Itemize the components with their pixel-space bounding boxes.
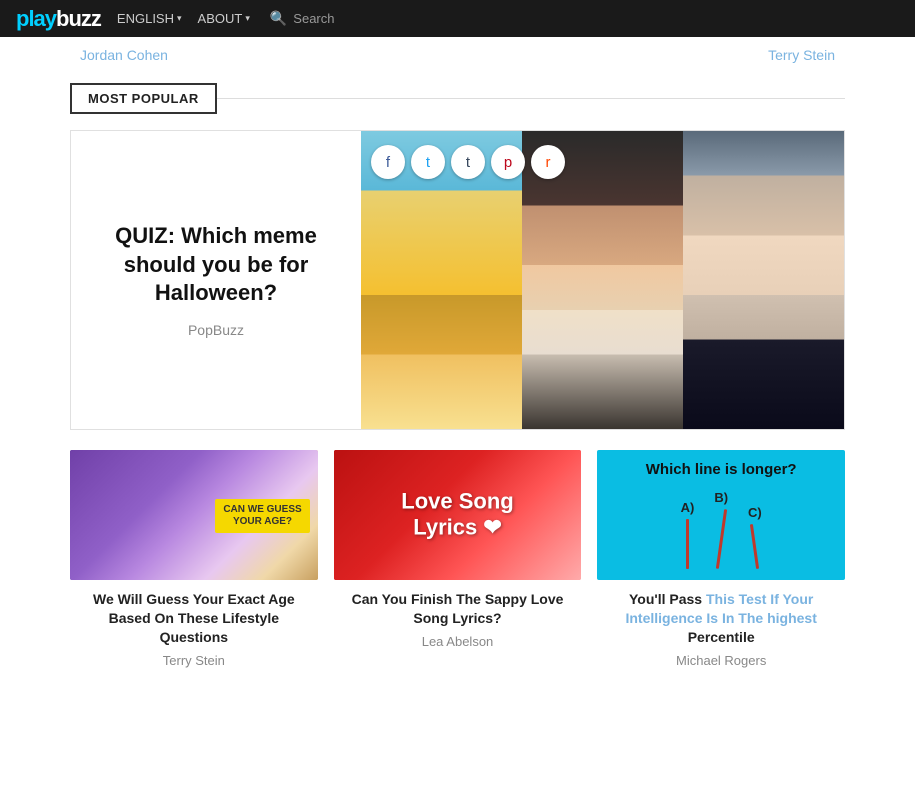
- section-title: MOST POPULAR: [70, 83, 217, 114]
- line-b-label: B): [714, 490, 728, 505]
- chevron-down-icon: ▾: [245, 13, 250, 24]
- card-line-test[interactable]: Which line is longer? A) B) C): [597, 450, 845, 678]
- author-link-terry[interactable]: Terry Stein: [768, 47, 835, 63]
- cards-row: CAN WE GUESSYOUR AGE? We Will Guess Your…: [70, 450, 845, 678]
- card-author-3: Michael Rogers: [601, 653, 841, 668]
- featured-image-3: [683, 131, 844, 429]
- search-icon: 🔍: [270, 10, 287, 27]
- card-title-3: You'll Pass This Test If Your Intelligen…: [601, 590, 841, 647]
- card-info-1: We Will Guess Your Exact Age Based On Th…: [70, 580, 318, 678]
- line-b: B): [714, 490, 728, 569]
- share-reddit-button[interactable]: r: [531, 145, 565, 179]
- card-title-1: We Will Guess Your Exact Age Based On Th…: [74, 590, 314, 647]
- most-popular-section: MOST POPULAR: [0, 73, 915, 114]
- chevron-down-icon: ▾: [177, 13, 182, 24]
- featured-title: QUIZ: Which meme should you be for Hallo…: [95, 222, 337, 308]
- card-info-2: Can You Finish The Sappy Love Song Lyric…: [334, 580, 582, 659]
- author-link-jordan[interactable]: Jordan Cohen: [80, 47, 168, 63]
- share-twitter-button[interactable]: t: [411, 145, 445, 179]
- search-wrap: 🔍: [270, 10, 393, 27]
- card-image-3: Which line is longer? A) B) C): [597, 450, 845, 580]
- featured-text-area: QUIZ: Which meme should you be for Hallo…: [71, 131, 361, 429]
- card-love-songs[interactable]: Love SongLyrics ❤ Can You Finish The Sap…: [334, 450, 582, 678]
- line-c: C): [748, 505, 762, 569]
- line-test-title: Which line is longer?: [646, 461, 797, 478]
- line-a-label: A): [681, 500, 695, 515]
- card-info-3: You'll Pass This Test If Your Intelligen…: [597, 580, 845, 678]
- card-image-1: CAN WE GUESSYOUR AGE?: [70, 450, 318, 580]
- card-title-3-highlight: This Test If Your Intelligence Is In The…: [625, 591, 816, 626]
- search-input[interactable]: [293, 11, 393, 26]
- lines-row: A) B) C): [681, 490, 762, 569]
- line-a: A): [681, 500, 695, 569]
- card-title-2: Can You Finish The Sappy Love Song Lyric…: [338, 590, 578, 628]
- card-badge-1: CAN WE GUESSYOUR AGE?: [215, 499, 309, 533]
- featured-author: PopBuzz: [188, 322, 244, 338]
- navbar: playbuzz ENGLISH ▾ ABOUT ▾ 🔍: [0, 0, 915, 37]
- featured-card: QUIZ: Which meme should you be for Hallo…: [70, 130, 845, 430]
- card-age-guess[interactable]: CAN WE GUESSYOUR AGE? We Will Guess Your…: [70, 450, 318, 678]
- line-test-visual: Which line is longer? A) B) C): [597, 450, 845, 580]
- line-b-bar: [716, 509, 727, 569]
- line-a-bar: [686, 519, 689, 569]
- nav-about[interactable]: ABOUT ▾: [198, 11, 250, 26]
- share-icons: f t t p r: [371, 145, 565, 179]
- line-c-bar: [750, 524, 759, 569]
- nav-english[interactable]: ENGLISH ▾: [117, 11, 182, 26]
- card-overlay-2: Love SongLyrics ❤: [346, 489, 569, 542]
- card-author-2: Lea Abelson: [338, 634, 578, 649]
- share-pinterest-button[interactable]: p: [491, 145, 525, 179]
- featured-images: f t t p r: [361, 131, 844, 429]
- line-c-label: C): [748, 505, 762, 520]
- share-facebook-button[interactable]: f: [371, 145, 405, 179]
- card-image-2: Love SongLyrics ❤: [334, 450, 582, 580]
- share-tumblr-button[interactable]: t: [451, 145, 485, 179]
- logo[interactable]: playbuzz: [16, 6, 101, 32]
- top-authors-row: Jordan Cohen Terry Stein: [0, 37, 915, 73]
- card-author-1: Terry Stein: [74, 653, 314, 668]
